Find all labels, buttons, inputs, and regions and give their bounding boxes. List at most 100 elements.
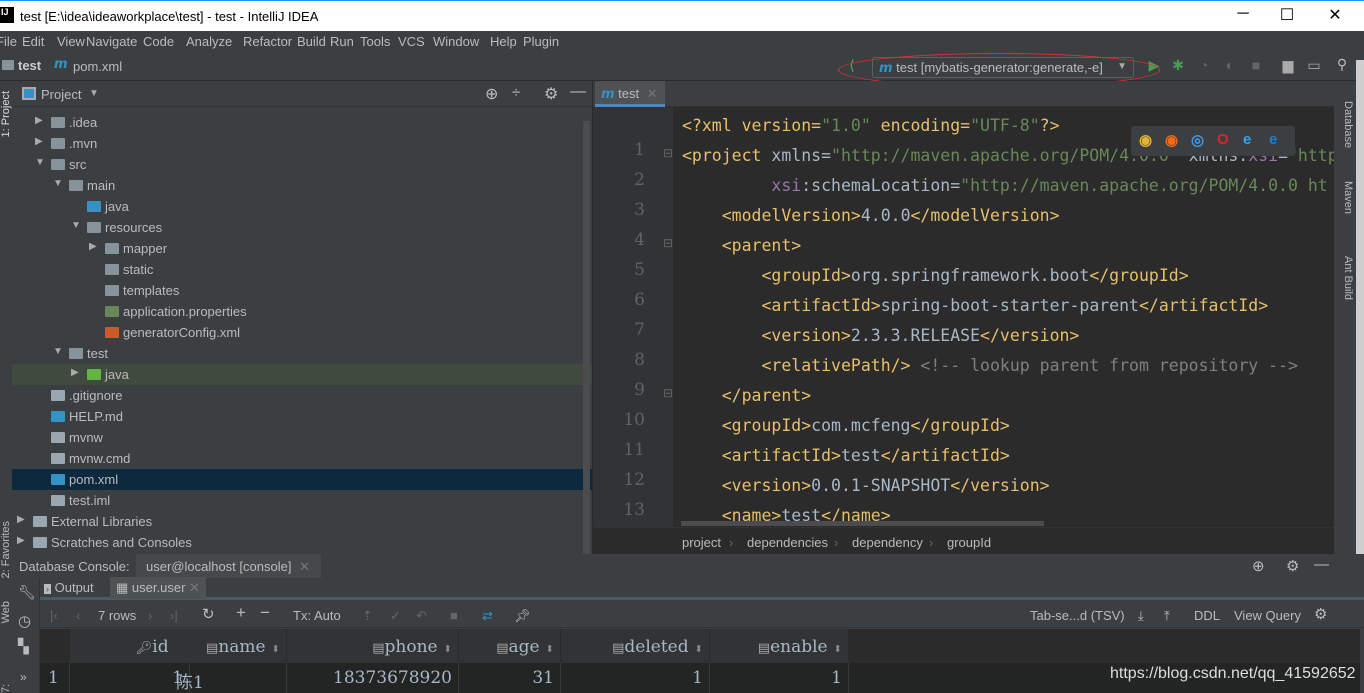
export-format-select[interactable]: Tab-se...d (TSV)	[1030, 608, 1125, 623]
breadcrumb-item[interactable]: groupId	[947, 535, 991, 550]
minimize-button[interactable]: ─	[1220, 5, 1266, 27]
next-page-icon[interactable]: ›	[148, 608, 152, 623]
collapse-all-icon[interactable]: ÷	[512, 84, 520, 101]
menu-vcs[interactable]: VCS	[398, 34, 425, 49]
menu-build[interactable]: Build	[297, 34, 326, 49]
locate-icon[interactable]: ⊕	[1252, 557, 1265, 575]
locate-icon[interactable]: ⊕	[485, 84, 498, 104]
grid-cell[interactable]: 31	[459, 663, 561, 693]
expand-arrow-icon[interactable]: ▼	[53, 346, 63, 357]
menu-tools[interactable]: Tools	[360, 34, 390, 49]
close-tab-icon[interactable]: ✕	[189, 580, 200, 595]
refresh-icon[interactable]: ↻	[202, 605, 215, 623]
tree-item[interactable]: ▶ External Libraries	[12, 511, 592, 532]
tree-item[interactable]: application.properties	[12, 301, 592, 322]
wrench-icon[interactable]: 🔧︎	[18, 584, 36, 601]
ddl-button[interactable]: DDL	[1194, 608, 1220, 623]
collapse-arrow-icon[interactable]: ▶	[89, 241, 97, 252]
expand-arrow-icon[interactable]: ▼	[35, 157, 45, 168]
project-tool-button[interactable]: 1: Project	[0, 91, 12, 137]
tree-item[interactable]: ▼ resources	[12, 217, 592, 238]
search-icon[interactable]: ⚲	[1332, 56, 1352, 73]
layout-icon[interactable]: ▚	[18, 638, 29, 655]
horizontal-scrollbar[interactable]	[681, 521, 1044, 526]
opera-icon[interactable]: O	[1217, 131, 1229, 148]
tree-item[interactable]: .gitignore	[12, 385, 592, 406]
sort-icon[interactable]: ⬍	[272, 644, 280, 655]
fold-icon[interactable]: ⊟	[663, 236, 673, 250]
gear-icon[interactable]: ⚙	[544, 84, 558, 104]
settings-icon[interactable]: ⚙	[1314, 605, 1327, 623]
sort-icon[interactable]: ⬍	[546, 644, 554, 655]
menu-code[interactable]: Code	[143, 34, 174, 49]
close-tab-icon[interactable]: ✕	[299, 559, 310, 574]
close-tab-icon[interactable]: ✕	[647, 86, 658, 101]
transaction-mode-select[interactable]: Tx: Auto	[293, 608, 341, 623]
collapse-arrow-icon[interactable]: ▶	[35, 115, 43, 126]
gear-icon[interactable]: ⚙	[1286, 557, 1299, 575]
project-view-label[interactable]: Project	[41, 87, 81, 102]
tree-item[interactable]: ▶ .idea	[12, 112, 592, 133]
last-page-icon[interactable]: ›|	[170, 608, 178, 623]
tree-item[interactable]: ▶ java	[12, 364, 592, 385]
ant-build-tool-button[interactable]: Ant Build	[1342, 256, 1354, 300]
tree-item[interactable]: ▶ .mvn	[12, 133, 592, 154]
menu-edit[interactable]: Edit	[22, 34, 44, 49]
tree-scrollbar[interactable]	[583, 121, 590, 554]
fold-icon[interactable]: ⊟	[663, 146, 673, 160]
expand-arrow-icon[interactable]: ▼	[71, 220, 81, 231]
breadcrumb-file[interactable]: pom.xml	[73, 59, 122, 74]
ie-icon[interactable]: e	[1243, 131, 1251, 148]
sort-icon[interactable]: ⬍	[834, 644, 842, 655]
column-header-enable[interactable]: ▤enable ⬍	[710, 629, 849, 665]
favorites-tool-button[interactable]: 2: Favorites	[0, 521, 12, 578]
debug-icon[interactable]: ✱	[1168, 57, 1188, 74]
tree-item[interactable]: test.iml	[12, 490, 592, 511]
first-page-icon[interactable]: |‹	[50, 608, 58, 623]
terminal-icon[interactable]: ▭	[1304, 57, 1324, 74]
tree-item[interactable]: ▶ Scratches and Consoles	[12, 532, 592, 553]
grid-cell[interactable]: 1	[561, 663, 710, 693]
project-structure-icon[interactable]: ▆	[1278, 57, 1298, 74]
console-tab[interactable]: user@localhost [console] ✕	[136, 554, 321, 578]
tree-item[interactable]: ▶ mapper	[12, 238, 592, 259]
collapse-arrow-icon[interactable]: ▶	[35, 136, 43, 147]
tree-item[interactable]: mvnw.cmd	[12, 448, 592, 469]
tree-item[interactable]: java	[12, 196, 592, 217]
column-header-phone[interactable]: ▤phone ⬍	[287, 629, 459, 665]
close-button[interactable]: ✕	[1312, 5, 1358, 27]
menu-file[interactable]: File	[0, 34, 17, 49]
collapse-arrow-icon[interactable]: ▶	[17, 514, 25, 525]
menu-navigate[interactable]: Navigate	[86, 34, 137, 49]
sort-icon[interactable]: ⬍	[444, 644, 452, 655]
maven-tool-button[interactable]: Maven	[1342, 181, 1354, 214]
menu-plugin[interactable]: Plugin	[523, 34, 559, 49]
coverage-icon[interactable]: ◔	[1194, 57, 1214, 73]
web-tool-button[interactable]: Web	[0, 601, 12, 623]
add-row-icon[interactable]: +	[236, 603, 246, 623]
previous-page-icon[interactable]: ‹	[76, 608, 80, 623]
maximize-button[interactable]: ☐	[1264, 5, 1310, 27]
breadcrumb-item[interactable]: dependencies	[747, 535, 828, 550]
edge-icon[interactable]: e	[1269, 131, 1277, 148]
pin-icon[interactable]: 📌︎	[514, 608, 531, 624]
column-header-age[interactable]: ▤age ⬍	[459, 629, 561, 665]
compare-icon[interactable]: ⇄	[482, 608, 493, 624]
stop-icon[interactable]: ■	[1246, 57, 1266, 73]
tree-item[interactable]: HELP.md	[12, 406, 592, 427]
sort-icon[interactable]: ⬍	[695, 644, 703, 655]
database-tool-button[interactable]: Database	[1342, 101, 1354, 148]
cancel-icon[interactable]: ■	[450, 608, 458, 623]
expand-arrow-icon[interactable]: ▼	[53, 178, 63, 189]
breadcrumb-item[interactable]: dependency	[852, 535, 923, 550]
firefox-icon[interactable]: ◉	[1165, 131, 1178, 149]
delete-row-icon[interactable]: −	[260, 603, 270, 623]
upload-icon[interactable]: ⤒	[1164, 608, 1170, 624]
grid-cell[interactable]: 18373678920	[287, 663, 459, 693]
column-header-deleted[interactable]: ▤deleted ⬍	[561, 629, 710, 665]
tree-item[interactable]: ▼ main	[12, 175, 592, 196]
tree-item[interactable]: templates	[12, 280, 592, 301]
chrome-icon[interactable]: ◉	[1139, 131, 1152, 149]
hide-icon[interactable]: —	[570, 83, 586, 101]
result-tab[interactable]: ▦ user.user ✕	[110, 577, 206, 599]
